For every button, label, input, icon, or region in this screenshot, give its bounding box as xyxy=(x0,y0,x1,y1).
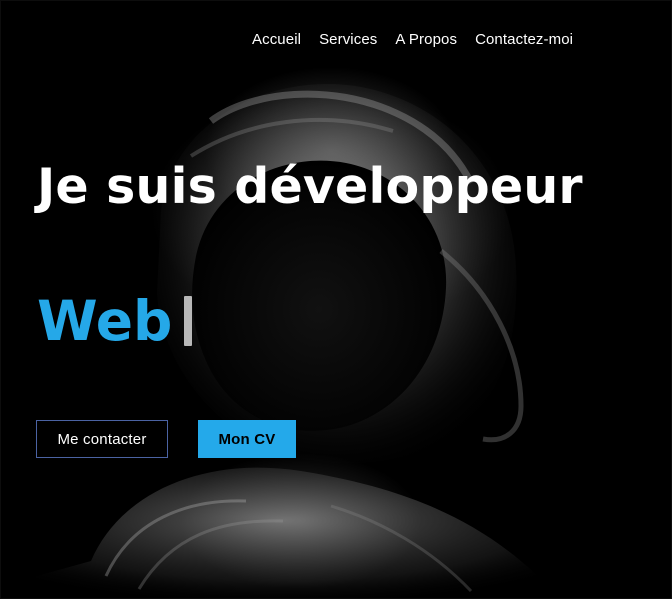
cv-button[interactable]: Mon CV xyxy=(198,420,296,458)
hero-headline: Je suis développeur xyxy=(37,158,583,215)
nav-link-services[interactable]: Services xyxy=(319,31,377,49)
nav-link-accueil[interactable]: Accueil xyxy=(252,31,301,49)
typed-text-row: Web xyxy=(37,289,193,353)
hero-section: Accueil Services A Propos Contactez-moi … xyxy=(0,0,672,599)
typed-word: Web xyxy=(37,289,173,353)
top-nav: Accueil Services A Propos Contactez-moi xyxy=(252,31,573,49)
nav-link-contactez-moi[interactable]: Contactez-moi xyxy=(475,31,573,49)
nav-link-a-propos[interactable]: A Propos xyxy=(395,31,457,49)
typing-cursor xyxy=(184,296,193,346)
contact-button[interactable]: Me contacter xyxy=(36,420,168,458)
